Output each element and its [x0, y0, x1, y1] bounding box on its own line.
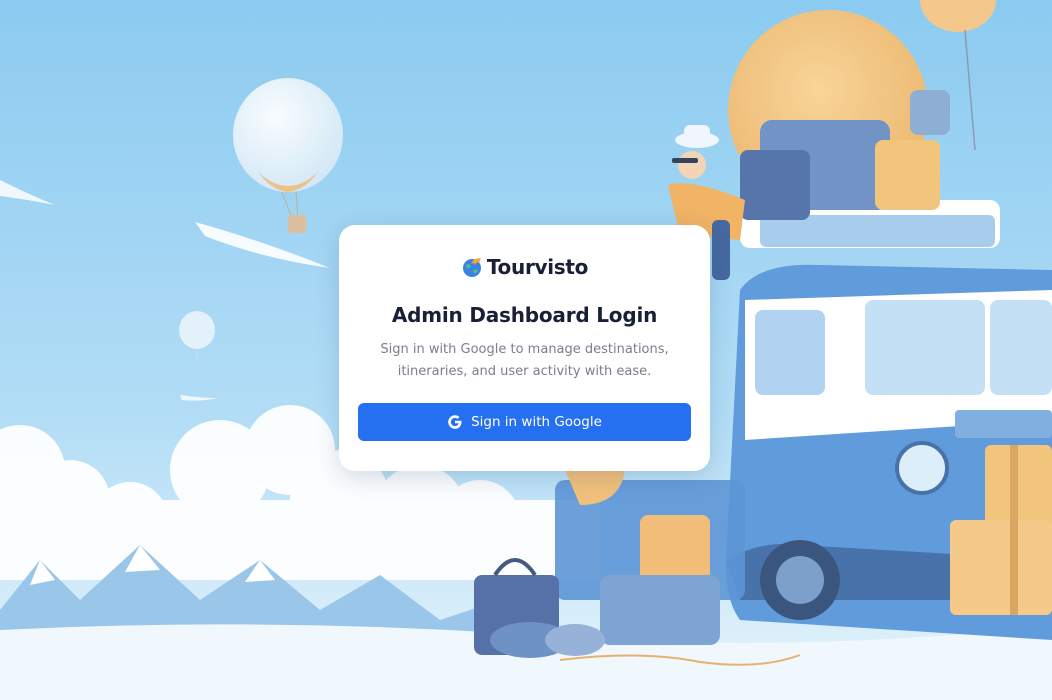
- google-g-icon: [447, 414, 463, 430]
- google-sign-in-button[interactable]: Sign in with Google: [358, 403, 691, 441]
- google-sign-in-label: Sign in with Google: [471, 414, 602, 430]
- login-card: Tourvisto Admin Dashboard Login Sign in …: [339, 225, 710, 471]
- globe-plane-icon: [461, 256, 483, 278]
- brand-header: Tourvisto: [339, 253, 710, 281]
- page-title: Admin Dashboard Login: [391, 303, 658, 327]
- brand-name: Tourvisto: [486, 255, 589, 279]
- login-subtitle: Sign in with Google to manage destinatio…: [380, 342, 669, 379]
